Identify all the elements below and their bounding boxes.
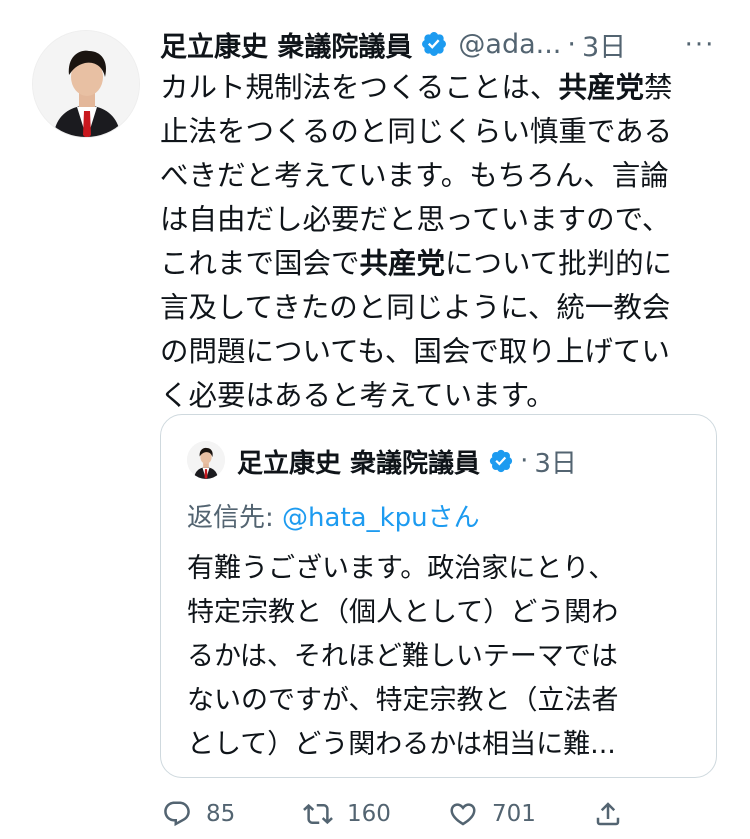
highlighted-keyword: 共産党	[359, 247, 446, 280]
retweet-icon	[303, 803, 333, 825]
quoted-body-line: 特定宗教と（個人として）どう関わ	[187, 597, 619, 628]
body-text-segment: について批判的に	[445, 247, 673, 280]
author-name[interactable]: 足立康史 衆議院議員	[160, 25, 412, 64]
body-text-segment: 禁	[643, 71, 673, 104]
retweet-count: 160	[347, 801, 391, 827]
highlighted-keyword: 共産党	[558, 71, 644, 104]
like-count: 701	[492, 801, 536, 827]
tweet-body: カルト規制法をつくることは、共産党禁 止法をつくるのと同じくらい慎重である べきだと…	[160, 66, 720, 418]
share-icon	[596, 802, 620, 826]
reply-count: 85	[206, 801, 236, 827]
reply-to-handle-link[interactable]: @hata_kpu	[282, 503, 428, 533]
body-text-segment: 言及してきたのと同じように、統一教会	[160, 291, 671, 324]
reply-to-suffix: さん	[427, 503, 480, 533]
body-text-segment: これまで国会で	[160, 247, 360, 280]
retweet-button[interactable]: 160	[303, 799, 391, 829]
quoted-author-avatar	[187, 441, 225, 479]
quoted-author-name: 足立康史 衆議院議員	[237, 448, 481, 479]
quoted-tweet-header: 足立康史 衆議院議員 · 3日	[237, 441, 577, 481]
tweet-body-line: カルト規制法をつくることは、共産党禁	[160, 66, 720, 110]
separator-dot: ·	[520, 446, 529, 476]
body-text-segment: く必要はあると考えています。	[160, 379, 555, 412]
tweet-body-line: は自由だし必要だと思っていますので、	[160, 198, 720, 242]
tweet-body-line: これまで国会で共産党について批判的に	[160, 242, 720, 286]
quoted-body-line: るかは、それほど難しいテーマでは	[187, 641, 618, 672]
verified-badge-icon	[420, 30, 448, 58]
quoted-body-line: として）どう関わるかは相当に難...	[187, 729, 616, 760]
reply-icon	[164, 801, 190, 827]
author-avatar[interactable]	[32, 30, 140, 138]
quoted-tweet-timestamp: 3日	[534, 448, 577, 479]
quoted-tweet-body: 有難うございます。政治家にとり、 特定宗教と（個人として）どう関わ るかは、それ…	[187, 547, 697, 767]
share-button[interactable]	[593, 799, 623, 829]
body-text-segment: 止法をつくるのと同じくらい慎重である	[160, 115, 673, 148]
quoted-body-line: 有難うございます。政治家にとり、	[187, 553, 616, 584]
reply-button[interactable]: 85	[162, 799, 235, 829]
tweet-body-line: 止法をつくるのと同じくらい慎重である	[160, 110, 720, 154]
author-handle[interactable]: @ada...	[458, 29, 561, 60]
tweet-body-line: の問題についても、国会で取り上げてい	[160, 330, 720, 374]
more-dots-icon[interactable]: ···	[676, 30, 724, 60]
body-text-segment: は自由だし必要だと思っていますので、	[160, 203, 671, 236]
reply-to-line: 返信先: @hata_kpuさん	[187, 497, 480, 534]
like-button[interactable]: 701	[448, 799, 536, 829]
tweet-card[interactable]: 足立康史 衆議院議員 @ada... · 3日 ··· カルト規制法をつくること…	[0, 0, 750, 839]
tweet-timestamp[interactable]: 3日	[582, 25, 626, 64]
body-text-segment: の問題についても、国会で取り上げてい	[160, 335, 670, 368]
body-text-segment: べきだと考えています。もちろん、言論	[160, 159, 669, 192]
verified-badge-icon	[488, 448, 514, 474]
body-text-segment: カルト規制法をつくることは、	[160, 71, 559, 104]
like-heart-icon	[450, 803, 476, 826]
tweet-body-line: べきだと考えています。もちろん、言論	[160, 154, 720, 198]
tweet-body-line: く必要はあると考えています。	[160, 374, 720, 418]
tweet-header: 足立康史 衆議院議員 @ada... · 3日	[160, 24, 740, 64]
reply-to-prefix: 返信先:	[187, 503, 283, 533]
tweet-action-bar: 85 160 701	[160, 792, 630, 836]
quoted-tweet[interactable]: 足立康史 衆議院議員 · 3日 返信先: @hata_kpuさん 有難うございま…	[160, 414, 717, 778]
separator-dot: ·	[567, 28, 576, 60]
tweet-body-line: 言及してきたのと同じように、統一教会	[160, 286, 720, 330]
quoted-body-line: ないのですが、特定宗教と（立法者	[187, 685, 619, 716]
